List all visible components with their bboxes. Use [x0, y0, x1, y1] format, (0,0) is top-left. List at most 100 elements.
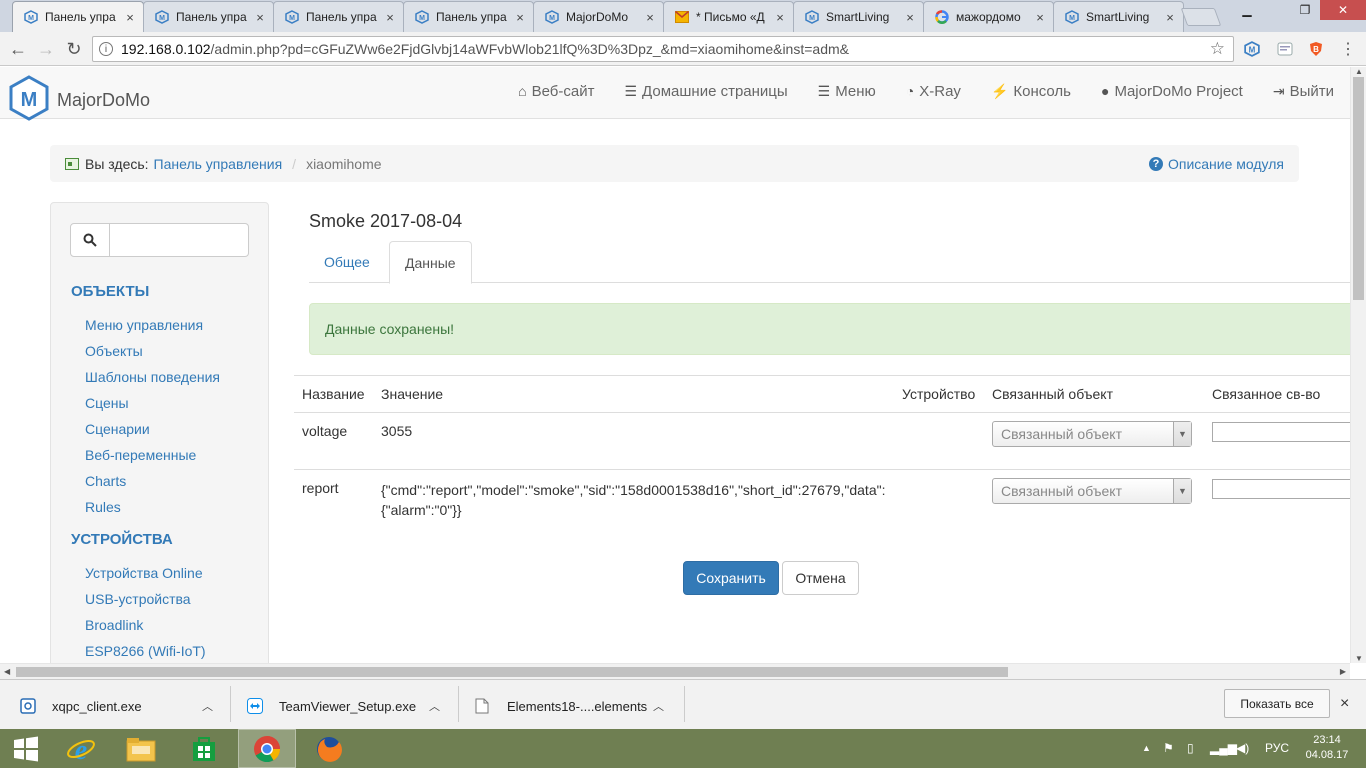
- close-tab-icon[interactable]: ×: [1033, 10, 1047, 25]
- close-tab-icon[interactable]: ×: [903, 10, 917, 25]
- nav-project[interactable]: ● MajorDoMo Project: [1101, 83, 1243, 100]
- nav-home-pages[interactable]: ☰ Домашние страницы: [624, 83, 787, 100]
- firefox-icon[interactable]: [300, 729, 358, 768]
- windows-store-icon[interactable]: [175, 729, 233, 768]
- cancel-button[interactable]: Отмена: [782, 561, 859, 595]
- brand[interactable]: M MajorDoMo: [9, 75, 150, 126]
- nav-website[interactable]: ⌂ Веб-сайт: [518, 83, 594, 100]
- menu-kebab-icon[interactable]: ⋮: [1338, 39, 1358, 59]
- chevron-up-icon[interactable]: ︿: [653, 698, 664, 714]
- browser-tab[interactable]: M Панель упра ×: [403, 1, 534, 32]
- sidebar-item-usb-devices[interactable]: USB-устройства: [85, 591, 191, 607]
- scroll-up-icon[interactable]: ▲: [1355, 67, 1363, 76]
- linked-object-select[interactable]: Связанный объект ▼: [992, 478, 1192, 504]
- module-help-link[interactable]: ? Описание модуля: [1148, 156, 1284, 172]
- close-tab-icon[interactable]: ×: [253, 10, 267, 25]
- sidebar-item-objects[interactable]: Объекты: [85, 343, 143, 359]
- close-tab-icon[interactable]: ×: [513, 10, 527, 25]
- search-button[interactable]: [70, 223, 110, 257]
- chevron-up-icon[interactable]: ︿: [429, 698, 440, 714]
- download-item[interactable]: xqpc_client.exe ︿: [20, 688, 220, 724]
- nav-console[interactable]: ⚡ Консоль: [991, 83, 1071, 100]
- volume-icon[interactable]: ◀): [1236, 741, 1249, 755]
- chrome-icon[interactable]: [238, 729, 296, 768]
- browser-tab[interactable]: M SmartLiving ×: [1053, 1, 1184, 32]
- sidebar-item-rules[interactable]: Rules: [85, 499, 121, 515]
- majordomo-extension-icon[interactable]: M: [1242, 39, 1262, 59]
- action-center-flag-icon[interactable]: ⚑: [1163, 741, 1174, 755]
- scroll-down-icon[interactable]: ▼: [1355, 654, 1363, 663]
- sidebar-item-broadlink[interactable]: Broadlink: [85, 617, 143, 633]
- device-icon[interactable]: ▯: [1187, 741, 1194, 755]
- sidebar-item-charts[interactable]: Charts: [85, 473, 126, 489]
- browser-tab[interactable]: * Письмо «Д ×: [663, 1, 794, 32]
- clock[interactable]: 23:14 04.08.17: [1300, 733, 1354, 763]
- browser-tab[interactable]: мажордомо ×: [923, 1, 1054, 32]
- close-tab-icon[interactable]: ×: [773, 10, 787, 25]
- brave-shield-icon[interactable]: B: [1306, 39, 1326, 59]
- tab-data[interactable]: Данные: [389, 241, 472, 284]
- sidebar-item-devices-online[interactable]: Устройства Online: [85, 565, 203, 581]
- sidebar-item-behavior-templates[interactable]: Шаблоны поведения: [85, 369, 220, 385]
- info-icon[interactable]: i: [99, 42, 113, 56]
- show-all-downloads-button[interactable]: Показать все: [1224, 689, 1330, 718]
- keyboard-language[interactable]: РУС: [1265, 741, 1289, 755]
- breadcrumb: Вы здесь: Панель управления / xiaomihome…: [50, 145, 1299, 182]
- nav-logout[interactable]: ⇥ Выйти: [1273, 83, 1334, 100]
- row-value: 3055: [381, 423, 413, 439]
- nav-menu[interactable]: ☰ Меню: [818, 83, 876, 100]
- bookmark-star-icon[interactable]: ☆: [1210, 39, 1225, 59]
- translate-extension-icon[interactable]: [1275, 39, 1295, 59]
- browser-tab[interactable]: M Панель упра ×: [143, 1, 274, 32]
- download-item[interactable]: Elements18-....elements ︿: [475, 688, 675, 724]
- scrollbar-thumb[interactable]: [1353, 77, 1364, 300]
- sidebar-item-web-vars[interactable]: Веб-переменные: [85, 447, 196, 463]
- column-header-linked-object: Связанный объект: [992, 386, 1113, 402]
- download-item[interactable]: TeamViewer_Setup.exe ︿: [247, 688, 447, 724]
- success-alert: Данные сохранены!: [309, 303, 1359, 355]
- close-window-icon[interactable]: ✕: [1320, 0, 1366, 20]
- sidebar-item-esp8266[interactable]: ESP8266 (Wifi-IoT): [85, 643, 206, 659]
- close-tab-icon[interactable]: ×: [383, 10, 397, 25]
- horizontal-scrollbar[interactable]: ◀ ▶: [0, 663, 1350, 679]
- reload-icon[interactable]: ↻: [62, 37, 86, 61]
- windows-taskbar: e ▲ ⚑ ▯ ▂▄▆ ◀) РУС 23:14 04.08.17: [0, 729, 1366, 768]
- linked-property-input[interactable]: [1212, 422, 1352, 442]
- close-tab-icon[interactable]: ×: [1163, 10, 1177, 25]
- restore-window-icon[interactable]: ❐: [1290, 0, 1320, 20]
- scroll-left-icon[interactable]: ◀: [4, 667, 10, 676]
- minimize-window-icon[interactable]: ▁: [1232, 0, 1262, 20]
- breadcrumb-home-link[interactable]: Панель управления: [154, 156, 283, 172]
- close-tab-icon[interactable]: ×: [643, 10, 657, 25]
- search-input[interactable]: [110, 223, 249, 257]
- close-tab-icon[interactable]: ×: [123, 10, 137, 25]
- tray-expand-icon[interactable]: ▲: [1142, 743, 1151, 753]
- browser-tab[interactable]: M SmartLiving ×: [793, 1, 924, 32]
- back-icon[interactable]: ←: [6, 37, 30, 61]
- scrollbar-thumb[interactable]: [16, 667, 1008, 677]
- majordomo-icon: M: [804, 9, 820, 25]
- file-explorer-icon[interactable]: [112, 729, 170, 768]
- sidebar-item-scripts[interactable]: Сценарии: [85, 421, 150, 437]
- save-button[interactable]: Сохранить: [683, 561, 779, 595]
- vertical-scrollbar[interactable]: ▲ ▼: [1350, 67, 1366, 663]
- browser-tab[interactable]: M Панель упра ×: [273, 1, 404, 32]
- network-signal-icon[interactable]: ▂▄▆: [1210, 741, 1237, 755]
- browser-tab[interactable]: M MajorDoMo ×: [533, 1, 664, 32]
- internet-explorer-icon[interactable]: e: [52, 729, 110, 768]
- linked-object-select[interactable]: Связанный объект ▼: [992, 421, 1192, 447]
- majordomo-icon: M: [284, 9, 300, 25]
- tab-general[interactable]: Общее: [309, 241, 385, 283]
- nav-xray[interactable]: ◔ X-Ray: [906, 83, 961, 100]
- sidebar-item-scenes[interactable]: Сцены: [85, 395, 129, 411]
- scroll-right-icon[interactable]: ▶: [1340, 667, 1346, 676]
- chevron-up-icon[interactable]: ︿: [202, 698, 213, 714]
- start-windows-icon[interactable]: [0, 729, 52, 768]
- browser-tab[interactable]: M Панель упра ×: [12, 1, 144, 32]
- close-download-bar-icon[interactable]: ×: [1340, 695, 1349, 713]
- address-bar[interactable]: i 192.168.0.102/admin.php?pd=cGFuZWw6e2F…: [92, 36, 1234, 62]
- linked-property-input[interactable]: [1212, 479, 1352, 499]
- sidebar-item-control-menu[interactable]: Меню управления: [85, 317, 203, 333]
- forward-icon[interactable]: →: [34, 37, 58, 61]
- new-tab-button[interactable]: [1180, 8, 1222, 26]
